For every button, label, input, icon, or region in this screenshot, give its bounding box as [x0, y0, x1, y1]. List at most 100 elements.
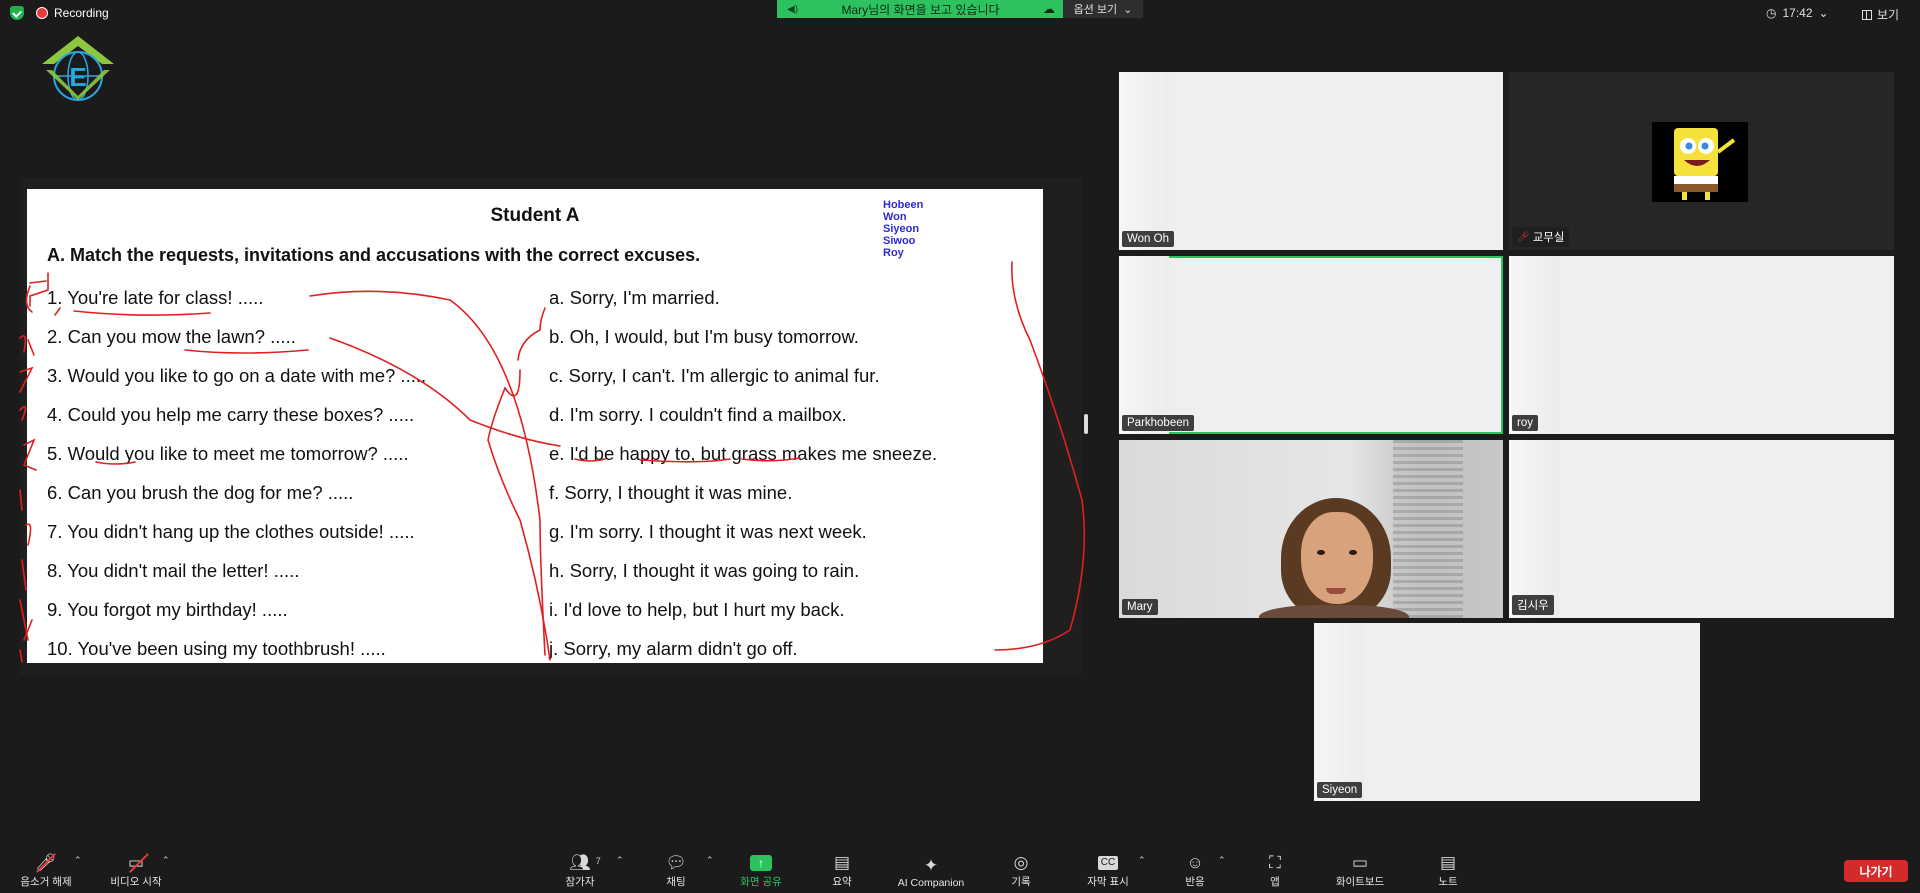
question-item: 9. You forgot my birthday! ..... [47, 599, 288, 620]
participant-mouth [1326, 588, 1346, 594]
video-off-icon: ▭ [128, 852, 149, 874]
ai-companion-label: AI Companion [897, 877, 965, 889]
summary-button[interactable]: ▤ 요약 [822, 849, 862, 893]
captions-button[interactable]: CC 자막 표시 [1082, 849, 1134, 893]
participant-name: 교무실 [1532, 232, 1565, 244]
share-screen-button[interactable]: ↑ 화면 공유 [736, 849, 786, 893]
participant-eye [1349, 550, 1357, 555]
reactions-button[interactable]: ☺ 반응 [1178, 849, 1212, 893]
participants-button[interactable]: 👥︎ 7 참가자 [560, 849, 601, 893]
chevron-up-icon[interactable]: ⌃ [706, 855, 714, 866]
microphone-muted-icon: 🎤︎ [1517, 231, 1530, 243]
chevron-down-icon: ⌄ [1123, 3, 1133, 16]
question-item: 6. Can you brush the dog for me? ..... [47, 482, 354, 503]
participant-name: Parkhobeen [1127, 417, 1190, 429]
view-button[interactable]: 보기 [1862, 6, 1899, 23]
answer-item: j. Sorry, my alarm didn't go off. [549, 638, 798, 659]
participants-icon: 👥︎ 7 [569, 852, 601, 874]
video-tile-gyomusil[interactable]: 🎤︎ 교무실 [1509, 72, 1894, 250]
answer-item: c. Sorry, I can't. I'm allergic to anima… [549, 365, 880, 386]
participant-name-label: roy [1512, 415, 1538, 431]
question-item: 7. You didn't hang up the clothes outsid… [47, 521, 415, 542]
recording-dot-icon [36, 7, 48, 19]
chat-button[interactable]: 💬︎ 채팅 [660, 849, 692, 893]
participants-label: 참가자 [565, 876, 595, 888]
answer-item: a. Sorry, I'm married. [549, 287, 720, 308]
recording-indicator[interactable]: Recording [36, 4, 109, 22]
share-message: Mary님의 화면을 보고 있습니다 [841, 2, 1000, 17]
reactions-icon: ☺ [1186, 853, 1204, 872]
screen-share-banner[interactable]: ◀) Mary님의 화면을 보고 있습니다 ☁ [777, 0, 1063, 18]
participant-name: Mary [1127, 601, 1153, 613]
participant-name: Won Oh [1127, 233, 1169, 245]
video-tile-siyeon[interactable]: Siyeon [1314, 623, 1700, 801]
summary-icon: ▤ [833, 853, 851, 872]
apps-button[interactable]: ⛶ 앱 [1264, 849, 1286, 893]
participant-name-label: Parkhobeen [1122, 415, 1195, 431]
question-item: 8. You didn't mail the letter! ..... [47, 560, 300, 581]
participant-eye [1317, 550, 1325, 555]
leave-meeting-button[interactable]: 나가기 [1844, 860, 1908, 882]
whiteboard-label: 화이트보드 [1335, 876, 1385, 888]
answer-item: d. I'm sorry. I couldn't find a mailbox. [549, 404, 847, 425]
video-placeholder [1314, 623, 1364, 801]
captions-label: 자막 표시 [1087, 876, 1129, 888]
view-label: 보기 [1877, 8, 1900, 22]
notes-button[interactable]: ▤ 노트 [1436, 849, 1460, 893]
chevron-up-icon[interactable]: ⌃ [162, 855, 170, 866]
student-name: Siwoo [883, 235, 916, 247]
share-screen-icon: ↑ [750, 855, 772, 871]
start-video-button[interactable]: ▭ 비디오 시작 [104, 849, 168, 893]
video-placeholder [1119, 256, 1169, 434]
split-view-drag-handle[interactable] [1084, 414, 1088, 434]
participants-count: 7 [595, 856, 601, 866]
share-screen-label: 화면 공유 [740, 876, 782, 888]
academy-logo: E [42, 36, 114, 101]
top-bar: Recording ◀) Mary님의 화면을 보고 있습니다 ☁ 옵션 보기 … [0, 0, 1920, 26]
participant-name: roy [1517, 417, 1533, 429]
student-names-list: Hobeen Won Siyeon Siwoo Roy [883, 199, 923, 259]
question-item: 4. Could you help me carry these boxes? … [47, 404, 415, 425]
ai-companion-icon: ✦ [923, 856, 939, 875]
video-placeholder [1119, 72, 1169, 250]
video-tile-kim-siwoo[interactable]: 김시우 [1509, 440, 1894, 618]
video-tile-won-oh[interactable]: Won Oh [1119, 72, 1503, 250]
participant-name-label: Won Oh [1122, 231, 1174, 247]
question-item: 5. Would you like to meet me tomorrow? .… [47, 443, 409, 464]
view-options-label: 옵션 보기 [1073, 4, 1118, 16]
participant-name-label: 🎤︎ 교무실 [1512, 227, 1570, 247]
apps-icon: ⛶ [1269, 853, 1281, 872]
record-label: 기록 [1011, 876, 1031, 888]
chevron-up-icon[interactable]: ⌃ [1138, 855, 1146, 866]
exercise-heading: A. Match the requests, invitations and a… [47, 245, 701, 265]
shared-slide[interactable]: Student A Hobeen Won Siyeon Siwoo Roy A.… [27, 189, 1043, 663]
meeting-clock[interactable]: ◷ 17:42 ⌄ [1766, 6, 1829, 20]
view-options-button[interactable]: 옵션 보기 ⌄ [1063, 0, 1143, 18]
answer-item: g. I'm sorry. I thought it was next week… [549, 521, 867, 542]
clock-time: 17:42 [1782, 6, 1813, 20]
video-tile-parkhobeen[interactable]: Parkhobeen [1119, 256, 1503, 434]
chevron-up-icon[interactable]: ⌃ [616, 855, 624, 866]
notes-label: 노트 [1438, 876, 1458, 888]
answer-item: h. Sorry, I thought it was going to rain… [549, 560, 860, 581]
chevron-up-icon[interactable]: ⌃ [1218, 855, 1226, 866]
student-name: Won [883, 211, 907, 223]
summary-label: 요약 [832, 876, 852, 888]
grid-view-icon [1862, 9, 1872, 20]
student-name: Hobeen [883, 199, 924, 211]
unmute-button[interactable]: 🎤︎ 음소거 해제 [16, 849, 76, 893]
recording-label: Recording [54, 6, 109, 20]
question-item: 1. You're late for class! ..... [47, 287, 264, 308]
speaker-icon: ◀) [787, 3, 799, 15]
participant-shoulders [1259, 605, 1409, 618]
chevron-up-icon[interactable]: ⌃ [74, 855, 82, 866]
video-tile-mary[interactable]: Mary [1119, 440, 1503, 618]
shield-check-icon[interactable] [10, 6, 24, 20]
participant-name: 김시우 [1517, 600, 1549, 612]
record-button[interactable]: ◎ 기록 [1004, 849, 1038, 893]
whiteboard-button[interactable]: ▭ 화이트보드 [1330, 849, 1390, 893]
video-tile-roy[interactable]: roy [1509, 256, 1894, 434]
microphone-muted-icon: 🎤︎ [35, 852, 57, 874]
ai-companion-button[interactable]: ✦ AI Companion [888, 849, 974, 893]
participant-name-label: Mary [1122, 599, 1158, 615]
